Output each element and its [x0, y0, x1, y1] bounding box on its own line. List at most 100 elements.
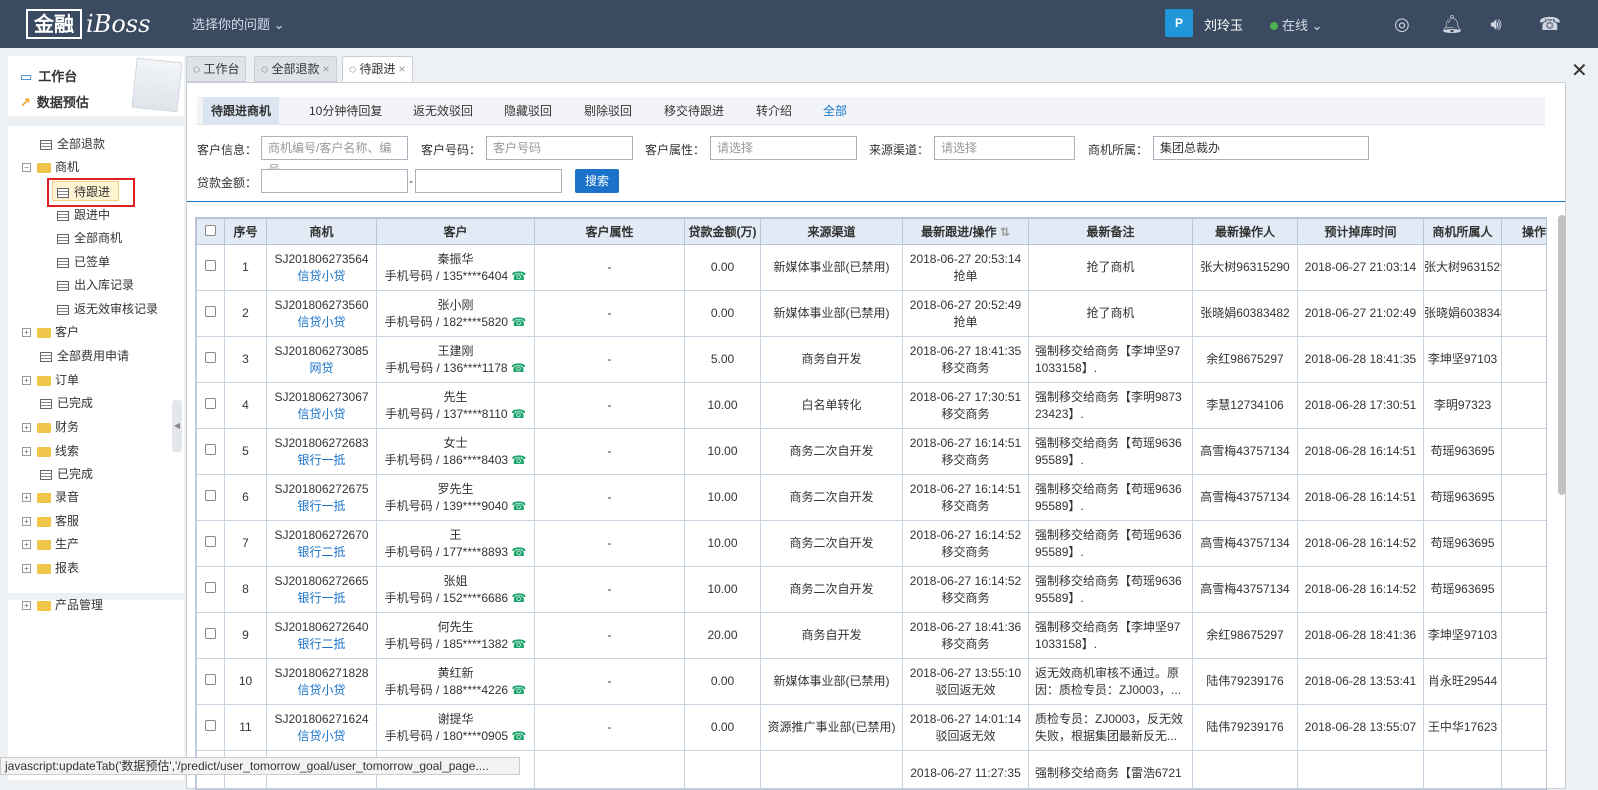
row-select-cell[interactable]: [197, 659, 225, 705]
avatar[interactable]: P: [1165, 9, 1193, 37]
expand-icon[interactable]: +: [22, 328, 31, 337]
sidebar-collapse-handle[interactable]: ◀: [172, 400, 182, 452]
row-checkbox[interactable]: [205, 260, 216, 271]
tree-item-done-2[interactable]: 已完成: [40, 464, 93, 484]
subtab-10min-reply[interactable]: 10分钟待回复: [309, 97, 382, 125]
product-link[interactable]: 信贷小贷: [267, 314, 376, 331]
row-checkbox[interactable]: [205, 444, 216, 455]
expand-icon[interactable]: +: [22, 423, 31, 432]
operation-cell[interactable]: [1502, 751, 1548, 790]
close-icon[interactable]: ×: [322, 62, 329, 76]
close-all-icon[interactable]: ✕: [1571, 58, 1588, 83]
expand-icon[interactable]: +: [22, 564, 31, 573]
row-select-cell[interactable]: [197, 613, 225, 659]
tree-item-signed[interactable]: 已签单: [57, 252, 110, 272]
call-icon[interactable]: ☎: [511, 269, 526, 283]
table-row[interactable]: 6SJ201806272675银行一抵罗先生手机号码 / 139****9040…: [197, 475, 1548, 521]
col-header-sortable[interactable]: 最新跟进/操作 ⇅: [903, 219, 1029, 245]
row-checkbox[interactable]: [205, 674, 216, 685]
shangji-id[interactable]: SJ201806271828: [267, 665, 376, 682]
table-row[interactable]: 10SJ201806271828信贷小贷黄红新手机号码 / 188****422…: [197, 659, 1548, 705]
operation-cell[interactable]: [1502, 291, 1548, 337]
expand-icon[interactable]: +: [22, 493, 31, 502]
row-select-cell[interactable]: [197, 291, 225, 337]
row-checkbox[interactable]: [205, 352, 216, 363]
owner-input[interactable]: 集团总裁办: [1153, 136, 1369, 160]
row-select-cell[interactable]: [197, 429, 225, 475]
row-checkbox[interactable]: [205, 536, 216, 547]
shangji-id[interactable]: SJ201806271624: [267, 711, 376, 728]
table-row[interactable]: 1SJ201806273564信贷小贷秦振华手机号码 / 135****6404…: [197, 245, 1548, 291]
customer-no-input[interactable]: 客户号码: [486, 136, 633, 160]
tab-all-refund[interactable]: ◌ 全部退款×: [254, 56, 337, 82]
row-checkbox[interactable]: [205, 306, 216, 317]
product-link[interactable]: 银行一抵: [267, 498, 376, 515]
subtab-remove-reject[interactable]: 剔除驳回: [584, 97, 632, 125]
subtab-invalid-reject[interactable]: 返无效驳回: [413, 97, 473, 125]
call-icon[interactable]: ☎: [511, 315, 526, 329]
row-select-cell[interactable]: [197, 245, 225, 291]
tree-item-record[interactable]: +录音: [22, 487, 79, 507]
collapse-icon[interactable]: −: [22, 163, 31, 172]
shangji-id[interactable]: SJ201806272640: [267, 619, 376, 636]
volume-icon[interactable]: 🔊︎: [1484, 12, 1508, 36]
tree-item-shangji[interactable]: −商机: [22, 157, 79, 177]
logo[interactable]: 金融 iBoss: [26, 8, 150, 40]
operation-cell[interactable]: [1502, 383, 1548, 429]
tree-item-customer[interactable]: +客户: [22, 322, 79, 342]
product-link[interactable]: 银行二抵: [267, 544, 376, 561]
shangji-id[interactable]: SJ201806273560: [267, 297, 376, 314]
product-link[interactable]: 信贷小贷: [267, 268, 376, 285]
row-select-cell[interactable]: [197, 521, 225, 567]
search-button[interactable]: 搜索: [575, 169, 619, 193]
product-link[interactable]: 银行一抵: [267, 590, 376, 607]
tree-item-order[interactable]: +订单: [22, 370, 79, 390]
shangji-id[interactable]: SJ201806273067: [267, 389, 376, 406]
shangji-id[interactable]: SJ201806272683: [267, 435, 376, 452]
tree-item-finance[interactable]: +财务: [22, 417, 79, 437]
phone-icon[interactable]: ☎: [1538, 12, 1562, 36]
subtab-transfer-pending[interactable]: 移交待跟进: [664, 97, 724, 125]
tree-item-product-mgmt[interactable]: +产品管理: [22, 595, 103, 615]
subtab-hidden-reject[interactable]: 隐藏驳回: [504, 97, 552, 125]
tree-item-all-fee[interactable]: 全部费用申请: [40, 346, 129, 366]
expand-icon[interactable]: +: [22, 447, 31, 456]
quick-forecast[interactable]: ↗数据预估: [20, 92, 89, 111]
table-row[interactable]: 5SJ201806272683银行一抵女士手机号码 / 186****8403 …: [197, 429, 1548, 475]
attr-select[interactable]: 请选择: [710, 136, 857, 160]
product-link[interactable]: 信贷小贷: [267, 406, 376, 423]
tree-item-inout[interactable]: 出入库记录: [57, 275, 134, 295]
operation-cell[interactable]: [1502, 429, 1548, 475]
operation-cell[interactable]: [1502, 475, 1548, 521]
row-checkbox[interactable]: [205, 628, 216, 639]
expand-icon[interactable]: +: [22, 601, 31, 610]
call-icon[interactable]: ☎: [511, 683, 526, 697]
tree-item-production[interactable]: +生产: [22, 534, 79, 554]
select-all-checkbox[interactable]: [197, 219, 225, 245]
help-icon[interactable]: ◎: [1390, 12, 1414, 36]
subtab-pending-shangji[interactable]: 待跟进商机: [203, 97, 279, 125]
operation-cell[interactable]: [1502, 705, 1548, 751]
table-row[interactable]: 3SJ201806273085网贷王建刚手机号码 / 136****1178 ☎…: [197, 337, 1548, 383]
call-icon[interactable]: ☎: [511, 361, 526, 375]
product-link[interactable]: 信贷小贷: [267, 682, 376, 699]
quick-workbench[interactable]: ▭工作台: [20, 66, 77, 85]
call-icon[interactable]: ☎: [511, 407, 526, 421]
row-checkbox[interactable]: [205, 720, 216, 731]
tree-item-all-refund[interactable]: 全部退款: [40, 134, 105, 154]
call-icon[interactable]: ☎: [511, 637, 526, 651]
row-checkbox[interactable]: [205, 582, 216, 593]
vertical-scrollbar[interactable]: [1558, 215, 1566, 495]
expand-icon[interactable]: +: [22, 376, 31, 385]
status-select[interactable]: 在线 ⌄: [1270, 15, 1323, 34]
user-name[interactable]: 刘玲玉: [1204, 15, 1243, 34]
subtab-all[interactable]: 全部: [823, 97, 847, 125]
tree-item-service[interactable]: +客服: [22, 511, 79, 531]
call-icon[interactable]: ☎: [511, 545, 526, 559]
bell-icon[interactable]: 🔔︎: [1440, 12, 1464, 36]
row-checkbox[interactable]: [205, 490, 216, 501]
row-select-cell[interactable]: [197, 705, 225, 751]
table-row[interactable]: 7SJ201806272670银行二抵王手机号码 / 177****8893 ☎…: [197, 521, 1548, 567]
tree-item-invalid-audit[interactable]: 返无效审核记录: [57, 299, 158, 319]
customer-info-input[interactable]: 商机编号/客户名称、编号: [261, 136, 408, 160]
